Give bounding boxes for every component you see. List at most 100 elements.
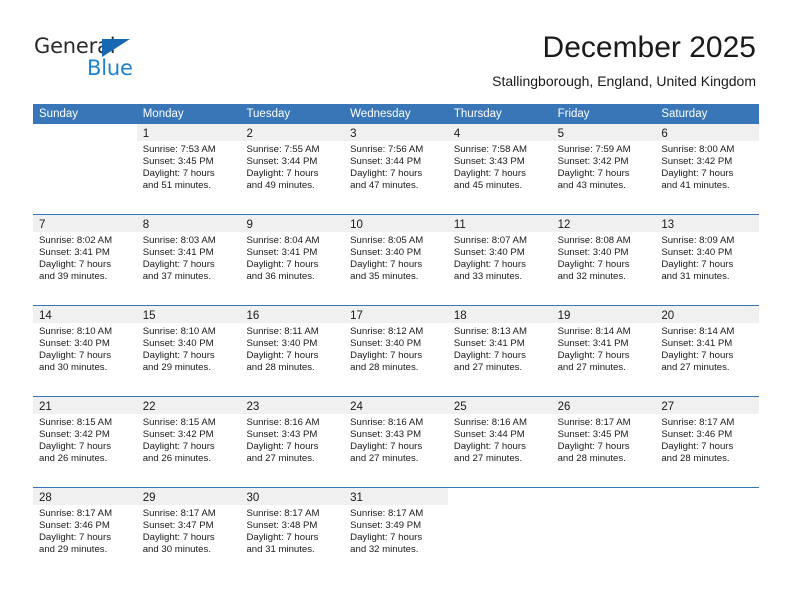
daylight-text-line1: Daylight: 7 hours <box>350 531 423 543</box>
daylight-text-line2: and 31 minutes. <box>246 543 315 555</box>
sunrise-text: Sunrise: 7:58 AM <box>453 144 527 155</box>
sunrise-text: Sunrise: 8:11 AM <box>246 326 319 337</box>
day-sun-info: Sunrise: 8:12 AM Sunset: 3:40 PM Daylight:… <box>344 323 448 374</box>
daylight-text-line2: and 26 minutes. <box>39 452 108 464</box>
sunset-text: Sunset: 3:40 PM <box>350 337 422 349</box>
day-sun-info: Sunrise: 8:11 AM Sunset: 3:40 PM Daylight:… <box>240 323 344 374</box>
sunset-text: Sunset: 3:40 PM <box>661 246 733 258</box>
calendar-day-cell[interactable]: 8 Sunrise: 8:03 AM Sunset: 3:41 PM Daylight… <box>136 215 241 305</box>
sunrise-text: Sunrise: 8:16 AM <box>453 417 527 428</box>
sunrise-text: Sunrise: 8:14 AM <box>661 326 735 337</box>
day-sun-info: Sunrise: 7:59 AM Sunset: 3:42 PM Daylight:… <box>552 141 656 192</box>
day-sun-info: Sunrise: 8:15 AM Sunset: 3:42 PM Daylight:… <box>33 414 137 465</box>
day-number-band: 11 <box>447 215 552 232</box>
daylight-text-line2: and 27 minutes. <box>453 361 523 373</box>
day-number-band: 22 <box>136 397 241 414</box>
calendar-day-cell[interactable]: 22 Sunrise: 8:15 AM Sunset: 3:42 PM Dayligh… <box>136 397 241 487</box>
calendar-day-cell[interactable]: 25 Sunrise: 8:16 AM Sunset: 3:44 PM Dayligh… <box>447 397 552 487</box>
day-sun-info: Sunrise: 8:17 AM Sunset: 3:46 PM Daylight:… <box>655 414 759 465</box>
daylight-text-line2: and 45 minutes. <box>453 179 523 191</box>
daylight-text-line1: Daylight: 7 hours <box>453 167 526 179</box>
calendar-day-cell[interactable]: 30 Sunrise: 8:17 AM Sunset: 3:48 PM Dayligh… <box>240 488 345 578</box>
weekday-header-sunday: Sunday <box>39 108 79 120</box>
calendar-day-cell[interactable]: 31 Sunrise: 8:17 AM Sunset: 3:49 PM Dayligh… <box>344 488 448 578</box>
sunrise-text: Sunrise: 8:15 AM <box>39 417 113 428</box>
sunset-text: Sunset: 3:43 PM <box>453 155 525 167</box>
day-number: 4 <box>453 128 461 140</box>
calendar-day-cell[interactable]: 11 Sunrise: 8:07 AM Sunset: 3:40 PM Dayligh… <box>447 215 552 305</box>
calendar-day-cell[interactable]: 3 Sunrise: 7:56 AM Sunset: 3:44 PM Daylight… <box>344 124 448 214</box>
daylight-text-line2: and 49 minutes. <box>246 179 315 191</box>
calendar-day-cell[interactable]: 1 Sunrise: 7:53 AM Sunset: 3:45 PM Daylight… <box>136 124 241 214</box>
calendar-day-cell[interactable]: 20 Sunrise: 8:14 AM Sunset: 3:41 PM Dayligh… <box>655 306 760 396</box>
calendar-day-cell[interactable]: 18 Sunrise: 8:13 AM Sunset: 3:41 PM Dayligh… <box>447 306 552 396</box>
sunrise-text: Sunrise: 8:00 AM <box>661 144 735 155</box>
calendar-day-cell[interactable]: 5 Sunrise: 7:59 AM Sunset: 3:42 PM Daylight… <box>551 124 656 214</box>
calendar-day-cell[interactable]: 19 Sunrise: 8:14 AM Sunset: 3:41 PM Dayligh… <box>551 306 656 396</box>
calendar-day-cell[interactable]: 4 Sunrise: 7:58 AM Sunset: 3:43 PM Daylight… <box>447 124 552 214</box>
day-number-band <box>551 488 656 505</box>
day-sun-info: Sunrise: 8:14 AM Sunset: 3:41 PM Daylight:… <box>552 323 656 374</box>
daylight-text-line2: and 30 minutes. <box>142 543 211 555</box>
calendar-day-cell[interactable]: 7 Sunrise: 8:02 AM Sunset: 3:41 PM Daylight… <box>33 215 137 305</box>
day-sun-info: Sunrise: 8:14 AM Sunset: 3:41 PM Daylight:… <box>655 323 759 374</box>
calendar-day-cell[interactable]: 2 Sunrise: 7:55 AM Sunset: 3:44 PM Daylight… <box>240 124 345 214</box>
daylight-text-line2: and 32 minutes. <box>557 270 626 282</box>
day-number-band: 9 <box>240 215 345 232</box>
calendar-day-cell[interactable]: 21 Sunrise: 8:15 AM Sunset: 3:42 PM Dayligh… <box>33 397 137 487</box>
calendar-day-cell[interactable]: 14 Sunrise: 8:10 AM Sunset: 3:40 PM Dayligh… <box>33 306 137 396</box>
day-number-band: 21 <box>33 397 137 414</box>
calendar-day-cell[interactable]: 26 Sunrise: 8:17 AM Sunset: 3:45 PM Dayligh… <box>551 397 656 487</box>
sunset-text: Sunset: 3:40 PM <box>350 246 422 258</box>
sunset-text: Sunset: 3:44 PM <box>453 428 525 440</box>
day-number: 25 <box>453 401 467 413</box>
calendar-day-cell[interactable]: 29 Sunrise: 8:17 AM Sunset: 3:47 PM Dayligh… <box>136 488 241 578</box>
calendar-day-cell-empty <box>655 488 760 578</box>
calendar-day-cell[interactable]: 28 Sunrise: 8:17 AM Sunset: 3:46 PM Dayligh… <box>33 488 137 578</box>
sunset-text: Sunset: 3:40 PM <box>453 246 525 258</box>
calendar-day-cell[interactable]: 16 Sunrise: 8:11 AM Sunset: 3:40 PM Dayligh… <box>240 306 345 396</box>
daylight-text-line1: Daylight: 7 hours <box>350 349 423 361</box>
day-number-band: 30 <box>240 488 345 505</box>
calendar-day-cell[interactable]: 15 Sunrise: 8:10 AM Sunset: 3:40 PM Dayligh… <box>136 306 241 396</box>
sunset-text: Sunset: 3:46 PM <box>661 428 733 440</box>
day-number-band <box>447 488 552 505</box>
calendar-day-cell[interactable]: 23 Sunrise: 8:16 AM Sunset: 3:43 PM Dayligh… <box>240 397 345 487</box>
weekday-header-saturday: Saturday <box>661 108 708 120</box>
calendar-day-cell[interactable]: 9 Sunrise: 8:04 AM Sunset: 3:41 PM Daylight… <box>240 215 345 305</box>
calendar-day-cell[interactable]: 10 Sunrise: 8:05 AM Sunset: 3:40 PM Dayligh… <box>344 215 448 305</box>
daylight-text-line1: Daylight: 7 hours <box>350 167 423 179</box>
day-sun-info: Sunrise: 8:02 AM Sunset: 3:41 PM Daylight:… <box>33 232 137 283</box>
general-blue-logo[interactable]: General Blue <box>34 34 214 88</box>
day-sun-info: Sunrise: 8:00 AM Sunset: 3:42 PM Daylight:… <box>655 141 759 192</box>
daylight-text-line2: and 51 minutes. <box>142 179 211 191</box>
calendar-weeks: 1 Sunrise: 7:53 AM Sunset: 3:45 PM Daylight… <box>33 124 760 578</box>
daylight-text-line1: Daylight: 7 hours <box>246 440 319 452</box>
day-number-band <box>655 488 760 505</box>
calendar-day-cell[interactable]: 12 Sunrise: 8:08 AM Sunset: 3:40 PM Dayligh… <box>551 215 656 305</box>
sunrise-text: Sunrise: 8:05 AM <box>350 235 424 246</box>
calendar-day-cell[interactable]: 24 Sunrise: 8:16 AM Sunset: 3:43 PM Dayligh… <box>344 397 448 487</box>
day-number-band: 19 <box>551 306 656 323</box>
daylight-text-line1: Daylight: 7 hours <box>142 531 215 543</box>
calendar-day-cell[interactable]: 17 Sunrise: 8:12 AM Sunset: 3:40 PM Dayligh… <box>344 306 448 396</box>
daylight-text-line1: Daylight: 7 hours <box>142 440 215 452</box>
day-sun-info: Sunrise: 8:16 AM Sunset: 3:43 PM Daylight:… <box>240 414 344 465</box>
sunset-text: Sunset: 3:40 PM <box>557 246 629 258</box>
calendar-day-cell[interactable]: 27 Sunrise: 8:17 AM Sunset: 3:46 PM Dayligh… <box>655 397 760 487</box>
day-number: 18 <box>453 310 467 322</box>
day-number-band: 23 <box>240 397 345 414</box>
weekday-header-monday: Monday <box>142 108 184 120</box>
calendar-day-cell[interactable]: 13 Sunrise: 8:09 AM Sunset: 3:40 PM Dayligh… <box>655 215 760 305</box>
sunset-text: Sunset: 3:41 PM <box>39 246 110 258</box>
sunrise-text: Sunrise: 8:13 AM <box>453 326 527 337</box>
sunset-text: Sunset: 3:40 PM <box>39 337 110 349</box>
sunset-text: Sunset: 3:41 PM <box>246 246 318 258</box>
sunset-text: Sunset: 3:43 PM <box>350 428 422 440</box>
day-number: 3 <box>350 128 357 140</box>
daylight-text-line1: Daylight: 7 hours <box>557 167 630 179</box>
weekday-header-wednesday: Wednesday <box>350 108 411 120</box>
calendar-day-cell[interactable]: 6 Sunrise: 8:00 AM Sunset: 3:42 PM Daylight… <box>655 124 760 214</box>
sunrise-text: Sunrise: 8:17 AM <box>350 508 424 519</box>
day-number: 22 <box>142 401 156 413</box>
